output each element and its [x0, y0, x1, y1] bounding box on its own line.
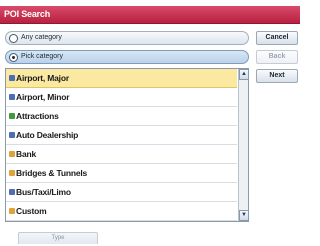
pick-category-label: Pick category	[21, 53, 64, 60]
any-category-label: Any category	[21, 34, 62, 41]
bank-icon	[9, 151, 15, 157]
list-item[interactable]: Custom	[6, 202, 237, 221]
list-item[interactable]: Airport, Minor	[6, 88, 237, 107]
scroll-down-arrow-icon[interactable]: ▼	[239, 210, 248, 221]
airport-minor-icon	[9, 94, 15, 100]
title-bar: POI Search	[0, 6, 300, 24]
list-item[interactable]: Bus/Taxi/Limo	[6, 183, 237, 202]
custom-icon	[9, 208, 15, 214]
category-list: Airport, Major Airport, Minor Attractions A…	[5, 68, 249, 222]
next-button[interactable]: Next	[256, 69, 298, 83]
scroll-up-arrow-icon[interactable]: ▲	[239, 69, 248, 80]
poi-search-window: POI Search Any category Pick category Ca…	[0, 0, 300, 246]
bus-taxi-limo-icon	[9, 189, 15, 195]
category-label: Custom	[16, 206, 47, 216]
list-item[interactable]: Bridges & Tunnels	[6, 164, 237, 183]
cancel-button[interactable]: Cancel	[256, 31, 298, 45]
radio-checked-icon[interactable]	[9, 53, 18, 62]
category-label: Bridges & Tunnels	[16, 168, 88, 178]
list-item[interactable]: Attractions	[6, 107, 237, 126]
pick-category-option[interactable]: Pick category	[5, 50, 249, 64]
list-item[interactable]: Auto Dealership	[6, 126, 237, 145]
list-item[interactable]: Bank	[6, 145, 237, 164]
category-label: Bus/Taxi/Limo	[16, 187, 71, 197]
bridges-tunnels-icon	[9, 170, 15, 176]
auto-dealership-icon	[9, 132, 15, 138]
radio-unchecked-icon[interactable]	[9, 34, 18, 43]
radio-dot-icon	[12, 56, 15, 59]
category-label: Airport, Major	[16, 73, 69, 83]
list-scrollbar[interactable]: ▲ ▼	[238, 69, 248, 221]
category-label: Bank	[16, 149, 36, 159]
category-label: Airport, Minor	[16, 92, 70, 102]
list-item[interactable]: Airport, Major	[6, 69, 237, 88]
category-label: Auto Dealership	[16, 130, 79, 140]
any-category-option[interactable]: Any category	[5, 31, 249, 45]
back-button[interactable]: Back	[256, 50, 298, 64]
type-button[interactable]: Type	[18, 232, 98, 244]
category-label: Attractions	[16, 111, 59, 121]
airport-major-icon	[9, 75, 15, 81]
window-title: POI Search	[4, 9, 51, 19]
attractions-icon	[9, 113, 15, 119]
